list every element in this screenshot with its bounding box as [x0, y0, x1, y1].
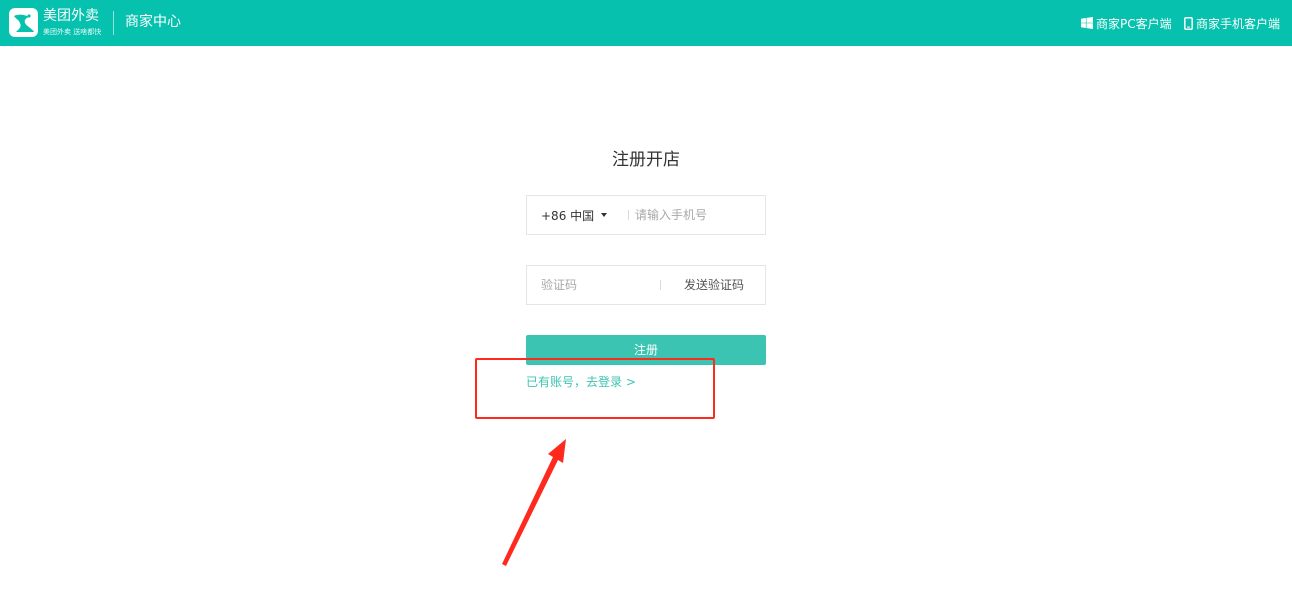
phone-field-group: +86 中国: [526, 195, 766, 235]
mobile-client-link[interactable]: 商家手机客户端: [1184, 15, 1280, 31]
code-field-group: 发送验证码: [526, 265, 766, 305]
page-title: 注册开店: [612, 150, 680, 170]
verification-code-input[interactable]: [541, 275, 656, 295]
section-title: 商家中心: [125, 14, 181, 30]
mobile-phone-icon: [1184, 16, 1193, 30]
caret-down-icon: [601, 213, 608, 217]
send-code-button[interactable]: 发送验证码: [669, 266, 759, 304]
phone-field-divider: [628, 210, 629, 220]
header-divider: [113, 11, 114, 35]
phone-input[interactable]: [635, 205, 759, 225]
country-code-value: +86 中国: [541, 208, 595, 223]
pc-client-link[interactable]: 商家PC客户端: [1081, 15, 1172, 31]
brand-name: 美团外卖: [43, 8, 99, 24]
pc-client-label: 商家PC客户端: [1096, 16, 1172, 31]
meituan-waimai-logo-icon[interactable]: [9, 8, 38, 37]
windows-icon: [1081, 17, 1093, 29]
code-field-divider: [660, 280, 661, 290]
top-bar: 美团外卖 美团外卖 送啥都快 商家中心 商家PC客户端 商家手机客户端: [0, 0, 1292, 46]
brand-slogan: 美团外卖 送啥都快: [43, 28, 102, 36]
mobile-client-label: 商家手机客户端: [1196, 16, 1281, 31]
annotation-arrow-icon: [502, 439, 566, 566]
country-code-select[interactable]: +86 中国: [541, 196, 608, 234]
annotation-highlight-box: [475, 358, 715, 419]
